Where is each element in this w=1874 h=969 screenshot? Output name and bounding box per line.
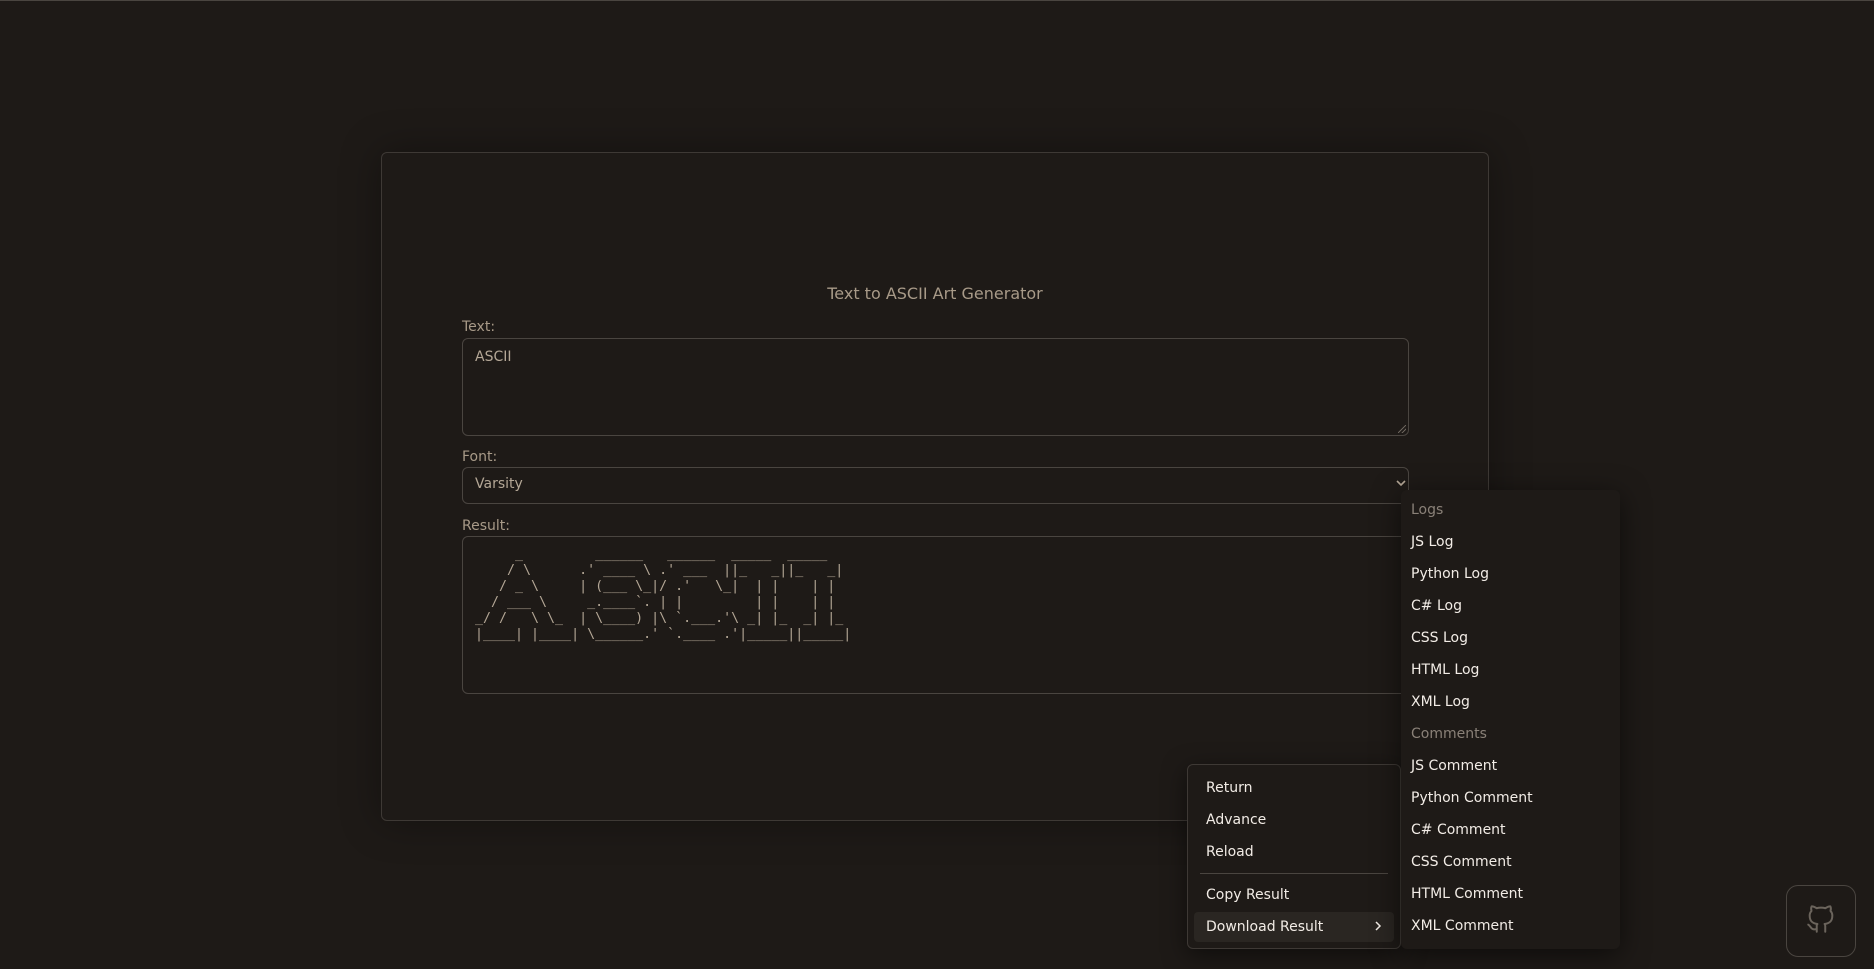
ascii-art-result: _ ______ ______ _____ _____ / \ .' ____ …	[475, 547, 852, 642]
submenu-item-js-comment[interactable]: JS Comment	[1411, 750, 1497, 782]
submenu-item-js-log[interactable]: JS Log	[1411, 526, 1453, 558]
font-select[interactable]: Varsity	[462, 467, 1409, 504]
submenu-item-python-log[interactable]: Python Log	[1411, 558, 1489, 590]
submenu-heading-logs: Logs	[1411, 502, 1444, 518]
menu-item-copy-result[interactable]: Copy Result	[1194, 880, 1394, 910]
submenu-item-css-log[interactable]: CSS Log	[1411, 622, 1468, 654]
generator-card: Text to ASCII Art Generator Text: ASCII …	[381, 152, 1489, 821]
download-submenu: Logs JS Log Python Log C# Log CSS Log HT…	[1401, 490, 1620, 949]
menu-item-advance[interactable]: Advance	[1194, 805, 1394, 835]
font-select-value: Varsity	[475, 476, 523, 492]
menu-item-download-result[interactable]: Download Result	[1194, 912, 1394, 942]
font-label: Font:	[462, 449, 498, 465]
result-label: Result:	[462, 518, 510, 534]
resize-handle[interactable]	[1398, 425, 1406, 433]
top-border	[0, 0, 1874, 1]
github-link[interactable]	[1786, 885, 1856, 957]
context-menu: Return Advance Reload Copy Result Downlo…	[1187, 764, 1401, 949]
submenu-item-python-comment[interactable]: Python Comment	[1411, 782, 1533, 814]
result-output[interactable]: _ ______ ______ _____ _____ / \ .' ____ …	[462, 536, 1409, 694]
submenu-heading-comments: Comments	[1411, 726, 1487, 742]
text-input[interactable]: ASCII	[462, 338, 1409, 436]
text-input-value: ASCII	[475, 349, 512, 365]
chevron-right-icon	[1374, 912, 1382, 942]
submenu-item-xml-comment[interactable]: XML Comment	[1411, 910, 1514, 942]
download-result-label: Download Result	[1206, 919, 1324, 935]
menu-separator	[1200, 873, 1388, 874]
submenu-item-csharp-log[interactable]: C# Log	[1411, 590, 1462, 622]
menu-item-return[interactable]: Return	[1194, 773, 1394, 803]
submenu-item-html-comment[interactable]: HTML Comment	[1411, 878, 1523, 910]
text-label: Text:	[462, 319, 496, 335]
submenu-item-xml-log[interactable]: XML Log	[1411, 686, 1470, 718]
submenu-item-csharp-comment[interactable]: C# Comment	[1411, 814, 1506, 846]
submenu-item-html-log[interactable]: HTML Log	[1411, 654, 1479, 686]
submenu-item-css-comment[interactable]: CSS Comment	[1411, 846, 1512, 878]
page-title: Text to ASCII Art Generator	[827, 284, 1043, 303]
github-icon	[1804, 902, 1838, 940]
menu-item-reload[interactable]: Reload	[1194, 837, 1394, 867]
